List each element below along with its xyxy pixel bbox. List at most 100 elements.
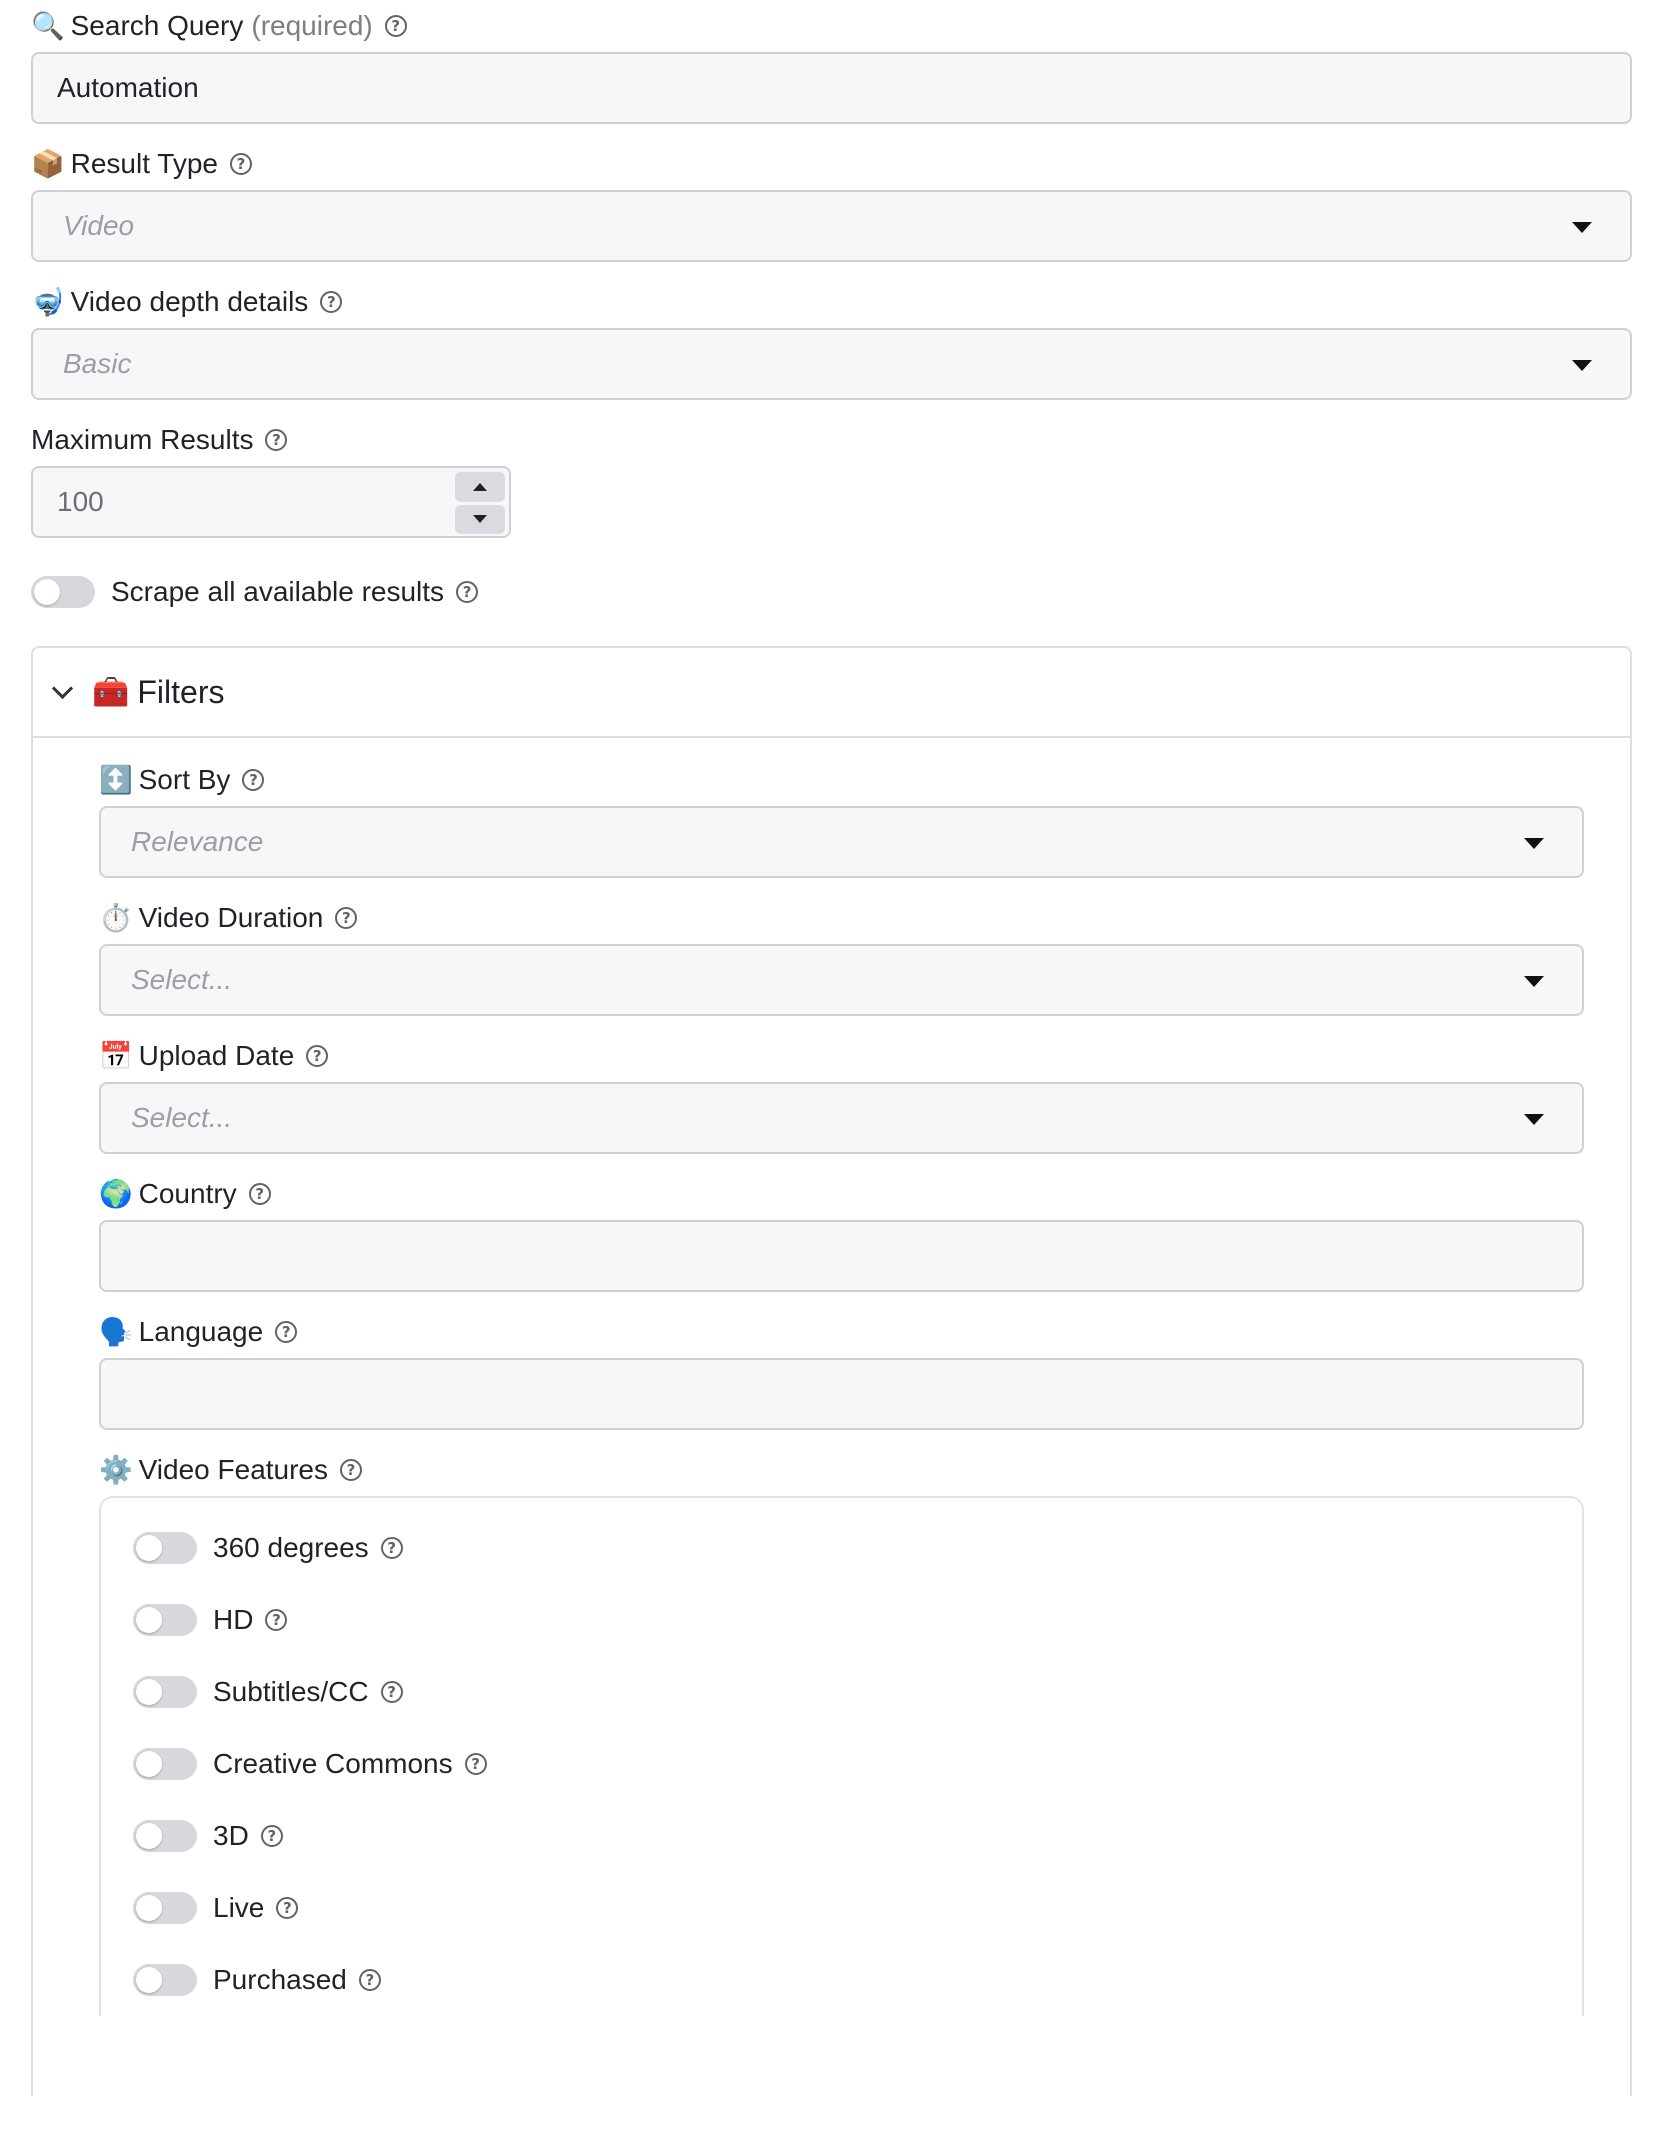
feature-toggle[interactable] [133,1532,197,1564]
video-depth-label: Video depth details [70,286,309,317]
video-duration-label-row: ⏱️ Video Duration ? [99,892,1584,944]
decrement-button[interactable] [455,504,505,534]
upload-date-label: Upload Date [138,1040,295,1071]
speaking-head-icon: 🗣️ [99,1316,133,1347]
help-icon[interactable]: ? [242,769,265,791]
diving-mask-icon: 🤿 [31,286,65,317]
help-icon[interactable]: ? [306,1045,329,1067]
help-icon[interactable]: ? [384,15,407,37]
feature-label: 3D [213,1820,249,1851]
video-duration-label: Video Duration [138,902,324,933]
scrape-all-toggle[interactable] [31,576,95,608]
feature-toggle[interactable] [133,1964,197,1996]
feature-label: Purchased [213,1964,347,1995]
video-duration-value: Select... [131,964,233,995]
video-depth-value: Basic [63,348,132,379]
help-icon[interactable]: ? [260,1825,283,1847]
help-icon[interactable]: ? [380,1537,403,1559]
feature-row-live: Live ? [133,1872,1582,1944]
country-label-row: 🌍 Country ? [99,1168,1584,1220]
help-icon[interactable]: ? [358,1969,381,1991]
caret-down-icon [1572,360,1592,371]
sort-by-select[interactable]: Relevance [99,806,1584,878]
filters-body: ↕️ Sort By ? Relevance ⏱️ Video Duration… [33,738,1630,2016]
language-label-row: 🗣️ Language ? [99,1306,1584,1358]
help-icon[interactable]: ? [248,1183,271,1205]
feature-label: 360 degrees [213,1532,369,1563]
max-results-label-row: Maximum Results ? [31,414,1632,466]
filters-title: Filters [137,673,225,710]
sort-by-label-row: ↕️ Sort By ? [99,754,1584,806]
upload-date-label-row: 📅 Upload Date ? [99,1030,1584,1082]
help-icon[interactable]: ? [456,581,479,603]
caret-down-icon [473,515,487,524]
sort-by-label: Sort By [138,764,231,795]
search-query-label: Search Query [70,10,244,41]
video-features-box: 360 degrees ? HD ? Subtitles/CC ? Creati… [99,1496,1584,2016]
country-input[interactable] [99,1220,1584,1292]
help-icon[interactable]: ? [229,153,252,175]
help-icon[interactable]: ? [276,1897,299,1919]
video-depth-label-row: 🤿 Video depth details ? [31,276,1632,328]
result-type-label: Result Type [70,148,218,179]
sort-arrows-icon: ↕️ [99,764,133,795]
filters-section: 🧰 Filters ↕️ Sort By ? Relevance ⏱️ Vide… [31,646,1632,2096]
scrape-all-label: Scrape all available results [111,576,445,607]
feature-label: Live [213,1892,265,1923]
country-label: Country [138,1178,237,1209]
feature-label: HD [213,1604,254,1635]
max-results-input[interactable]: 100 [31,466,511,538]
scrape-all-row: Scrape all available results ? [31,556,1632,628]
feature-row-purchased: Purchased ? [133,1944,1582,2016]
feature-toggle[interactable] [133,1748,197,1780]
chevron-down-icon [51,677,74,699]
feature-row-360: 360 degrees ? [133,1512,1582,1584]
video-duration-select[interactable]: Select... [99,944,1584,1016]
video-features-label-row: ⚙️ Video Features ? [99,1444,1584,1496]
calendar-icon: 📅 [99,1040,133,1071]
feature-row-hd: HD ? [133,1584,1582,1656]
toolbox-icon: 🧰 [92,675,130,709]
help-icon[interactable]: ? [340,1459,363,1481]
video-depth-select[interactable]: Basic [31,328,1632,400]
search-icon: 🔍 [31,10,65,41]
search-query-label-row: 🔍 Search Query (required) ? [31,0,1632,52]
help-icon[interactable]: ? [464,1753,487,1775]
number-stepper [455,472,505,534]
feature-label: Creative Commons [213,1748,453,1779]
stopwatch-icon: ⏱️ [99,902,133,933]
upload-date-select[interactable]: Select... [99,1082,1584,1154]
required-indicator: (required) [251,10,373,41]
feature-row-3d: 3D ? [133,1800,1582,1872]
globe-icon: 🌍 [99,1178,133,1209]
filters-header[interactable]: 🧰 Filters [33,648,1630,738]
help-icon[interactable]: ? [265,1609,288,1631]
feature-toggle[interactable] [133,1604,197,1636]
feature-label: Subtitles/CC [213,1676,369,1707]
result-type-select[interactable]: Video [31,190,1632,262]
feature-toggle[interactable] [133,1892,197,1924]
help-icon[interactable]: ? [265,429,288,451]
feature-toggle[interactable] [133,1676,197,1708]
sort-by-value: Relevance [131,826,264,857]
feature-row-creative-commons: Creative Commons ? [133,1728,1582,1800]
gear-icon: ⚙️ [99,1454,133,1485]
feature-row-subtitles: Subtitles/CC ? [133,1656,1582,1728]
feature-toggle[interactable] [133,1820,197,1852]
result-type-value: Video [63,210,135,241]
help-icon[interactable]: ? [275,1321,298,1343]
search-query-input[interactable]: Automation [31,52,1632,124]
caret-down-icon [1524,838,1544,849]
language-label: Language [138,1316,264,1347]
language-input[interactable] [99,1358,1584,1430]
increment-button[interactable] [455,472,505,502]
video-features-label: Video Features [138,1454,329,1485]
help-icon[interactable]: ? [380,1681,403,1703]
package-icon: 📦 [31,148,65,179]
help-icon[interactable]: ? [320,291,343,313]
max-results-value: 100 [57,486,104,517]
caret-up-icon [473,482,487,491]
search-query-value: Automation [57,72,199,103]
max-results-label: Maximum Results [31,424,254,455]
help-icon[interactable]: ? [335,907,358,929]
